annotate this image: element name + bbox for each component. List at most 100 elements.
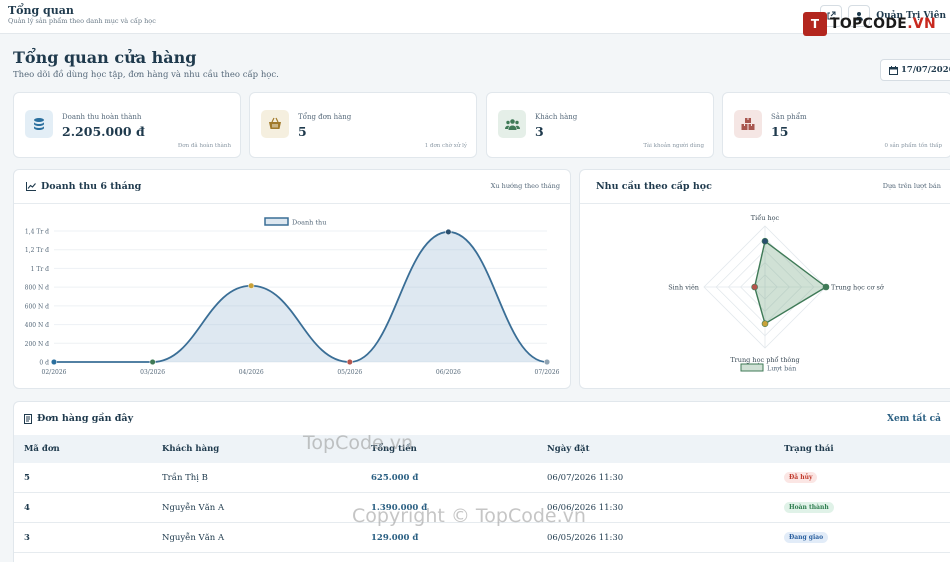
column-header-status[interactable]: Trạng thái xyxy=(784,435,950,463)
status-badge: Hoàn thành xyxy=(784,502,834,513)
radar-point xyxy=(822,283,830,291)
orders-title: Đơn hàng gần đây xyxy=(37,413,134,424)
view-all-link[interactable]: Xem tất cả xyxy=(887,414,941,424)
basket-icon xyxy=(261,110,289,138)
stat-value: 2.205.000 đ xyxy=(62,124,145,139)
order-customer: Nguyễn Văn A xyxy=(162,492,371,523)
order-status-cell: Đã hủy xyxy=(784,463,950,493)
x-tick-label: 03/2026 xyxy=(140,369,165,376)
y-tick-label: 1,4 Tr đ xyxy=(25,229,49,236)
order-total: 625.000 đ xyxy=(371,463,547,493)
boxes-icon xyxy=(734,110,762,138)
radar-axis-label: Tiểu học xyxy=(751,213,780,222)
y-tick-label: 400 N đ xyxy=(25,322,50,329)
data-point xyxy=(149,358,156,366)
calendar-icon xyxy=(889,65,898,75)
logo-text: TOPCODE.VN xyxy=(830,16,936,32)
order-id[interactable]: 4 xyxy=(14,492,162,523)
y-tick-label: 600 N đ xyxy=(25,303,50,310)
topbar-subtitle: Quản lý sản phẩm theo danh mục và cấp họ… xyxy=(8,17,156,25)
panel-title: Đơn hàng gần đây xyxy=(24,413,133,424)
revenue-chart-panel: Doanh thu 6 tháng Xu hướng theo tháng Do… xyxy=(13,169,571,389)
stat-value: 15 xyxy=(771,124,789,139)
recent-orders-panel: Đơn hàng gần đây Xem tất cả Mã đơn Khách… xyxy=(13,401,950,562)
table-row[interactable]: 3 Nguyễn Văn A 129.000 đ 06/05/2026 11:3… xyxy=(14,522,950,553)
page-title: Tổng quan cửa hàng xyxy=(13,48,197,67)
logo-text-suffix: .VN xyxy=(907,16,936,32)
panel-title: Doanh thu 6 tháng xyxy=(26,181,141,192)
users-icon xyxy=(498,110,526,138)
data-point xyxy=(346,358,353,366)
stat-card-orders: Tổng đơn hàng 5 1 đơn chờ xử lý xyxy=(249,92,477,158)
data-point xyxy=(543,358,551,366)
stat-label: Khách hàng xyxy=(535,113,578,121)
legend-label: Lượt bán xyxy=(767,365,796,373)
column-header-id[interactable]: Mã đơn xyxy=(14,435,162,463)
stat-card-products: Sản phẩm 15 0 sản phẩm tồn thấp xyxy=(722,92,950,158)
panel-header: Doanh thu 6 tháng Xu hướng theo tháng xyxy=(14,170,570,204)
logo-badge: T xyxy=(803,12,827,36)
y-tick-label: 1,2 Tr đ xyxy=(25,247,49,254)
column-header-total[interactable]: Tổng tiền xyxy=(371,435,547,463)
x-tick-label: 02/2026 xyxy=(42,369,67,376)
radar-axis-label: Trung học cơ sở xyxy=(831,283,885,292)
stat-card-revenue: Doanh thu hoàn thành 2.205.000 đ Đơn đã … xyxy=(13,92,241,158)
column-header-customer[interactable]: Khách hàng xyxy=(162,435,371,463)
order-total: 1.390.000 đ xyxy=(371,492,547,523)
legend-label: Doanh thu xyxy=(292,219,326,227)
y-tick-label: 800 N đ xyxy=(25,285,50,292)
demand-chart-panel: Nhu cầu theo cấp học Dựa trên lượt bán T… xyxy=(579,169,950,389)
series-area xyxy=(54,231,547,362)
demand-radar-chart: Tiểu học Trung học cơ sở Trung học phổ thô… xyxy=(668,213,885,373)
stat-note: 0 sản phẩm tồn thấp xyxy=(884,143,942,149)
stat-label: Sản phẩm xyxy=(771,113,807,121)
legend-swatch xyxy=(264,217,289,226)
page-subtitle: Theo dõi đồ dùng học tập, đơn hàng và nh… xyxy=(13,70,279,80)
topbar-title: Tổng quan xyxy=(8,4,74,17)
radar-point xyxy=(761,320,769,327)
x-tick-label: 05/2026 xyxy=(337,369,362,376)
panel-header: Đơn hàng gần đây Xem tất cả xyxy=(14,402,950,435)
date-value: 17/07/2026 xyxy=(901,65,950,75)
order-status-cell: Đang giao xyxy=(784,522,950,553)
y-tick-label: 1 Tr đ xyxy=(31,266,50,273)
date-badge[interactable]: 17/07/2026 xyxy=(880,59,950,81)
x-tick-label: 07/2026 xyxy=(535,369,560,376)
stat-note: Đơn đã hoàn thành xyxy=(177,143,231,149)
revenue-chart-caption: Xu hướng theo tháng xyxy=(490,182,560,190)
radar-point xyxy=(761,237,769,245)
order-id[interactable]: 3 xyxy=(14,522,162,553)
order-customer: Nguyễn Văn A xyxy=(162,522,371,553)
demand-chart-caption: Dựa trên lượt bán xyxy=(882,182,941,190)
status-badge: Đã hủy xyxy=(784,472,818,483)
data-point xyxy=(445,228,452,235)
stat-value: 3 xyxy=(535,124,544,139)
radar-point xyxy=(751,283,758,291)
y-tick-label: 200 N đ xyxy=(25,341,50,348)
orders-table: Mã đơn Khách hàng Tổng tiền Ngày đặt Trạ… xyxy=(14,435,950,553)
coins-icon xyxy=(25,110,53,138)
order-total: 129.000 đ xyxy=(371,522,547,553)
stat-label: Tổng đơn hàng xyxy=(298,113,352,121)
table-row[interactable]: 4 Nguyễn Văn A 1.390.000 đ 06/06/2026 11… xyxy=(14,492,950,523)
line-chart-icon xyxy=(26,182,36,191)
table-header-row: Mã đơn Khách hàng Tổng tiền Ngày đặt Trạ… xyxy=(14,435,950,463)
order-id[interactable]: 5 xyxy=(14,463,162,493)
order-date: 06/07/2026 11:30 xyxy=(547,463,784,493)
stat-value: 5 xyxy=(298,124,307,139)
order-customer: Trần Thị B xyxy=(162,463,371,493)
x-tick-label: 04/2026 xyxy=(239,369,264,376)
table-row[interactable]: 5 Trần Thị B 625.000 đ 06/07/2026 11:30 … xyxy=(14,463,950,493)
radar-axis-label: Trung học phổ thông xyxy=(730,355,799,364)
receipt-icon xyxy=(24,413,32,424)
revenue-chart: Doanh thu 0 đ 200 N đ 400 N đ 600 N đ 800 N đ… xyxy=(25,217,560,376)
stat-note: 1 đơn chờ xử lý xyxy=(424,143,467,149)
stat-label: Doanh thu hoàn thành xyxy=(62,113,142,121)
radar-axis-label: Sinh viên xyxy=(668,284,699,292)
demand-chart-title: Nhu cầu theo cấp học xyxy=(596,181,712,192)
order-status-cell: Hoàn thành xyxy=(784,492,950,523)
column-header-date[interactable]: Ngày đặt xyxy=(547,435,784,463)
status-badge: Đang giao xyxy=(784,532,829,543)
x-tick-label: 06/2026 xyxy=(436,369,461,376)
data-point xyxy=(248,282,255,289)
